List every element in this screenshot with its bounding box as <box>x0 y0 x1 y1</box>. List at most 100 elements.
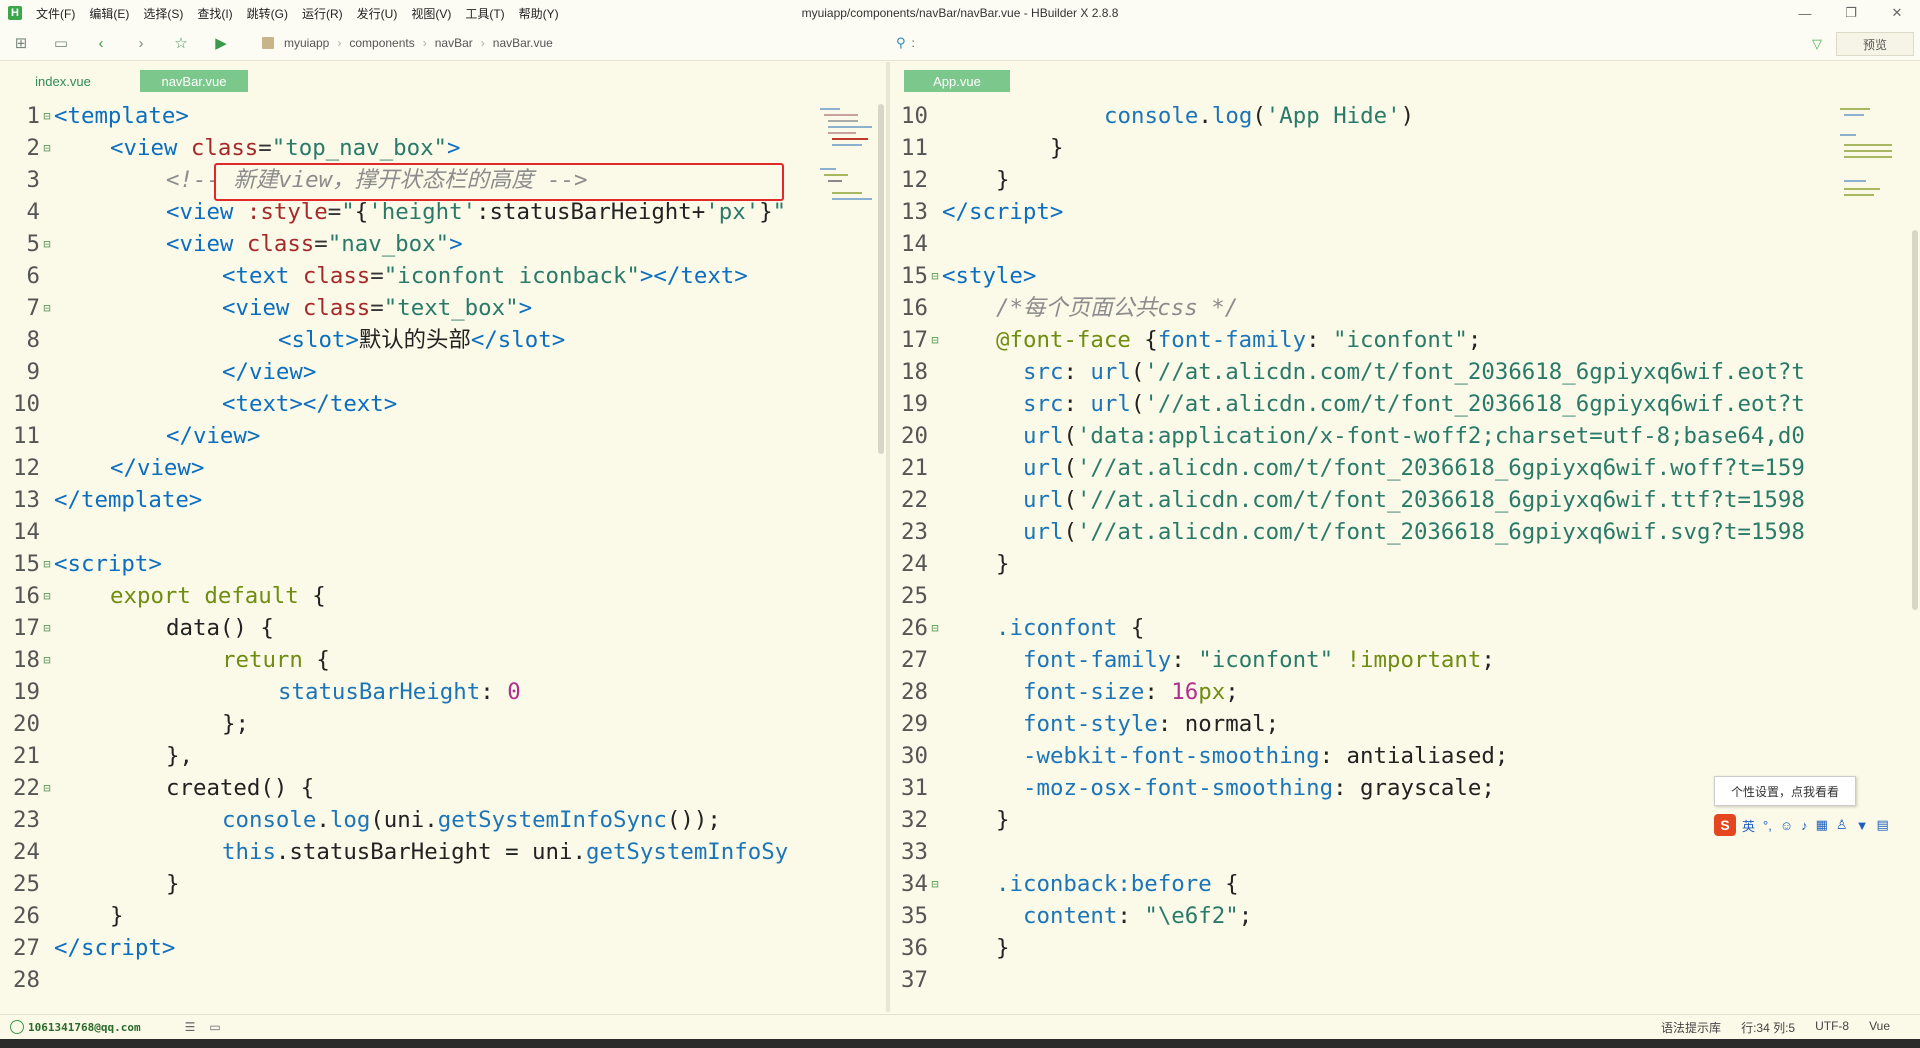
code-text[interactable]: console.log(uni.getSystemInfoSync()); <box>54 807 721 833</box>
fold-toggle-icon[interactable] <box>928 612 942 644</box>
code-text[interactable]: <view class="top_nav_box"> <box>54 135 461 161</box>
code-line[interactable]: 24 this.statusBarHeight = uni.getSystemIn… <box>0 836 788 868</box>
save-icon[interactable]: ▭ <box>48 30 74 56</box>
code-text[interactable]: font-family: "iconfont" !important; <box>942 647 1495 673</box>
menu-item[interactable]: 帮助(Y) <box>519 5 559 22</box>
code-line[interactable]: 34 .iconback:before { <box>890 868 1239 900</box>
fold-toggle-icon[interactable] <box>40 644 54 676</box>
code-line[interactable]: 8 <slot>默认的头部</slot> <box>0 324 566 356</box>
code-line[interactable]: 11} <box>890 132 1063 164</box>
code-line[interactable]: 28 font-size: 16px; <box>890 676 1239 708</box>
code-line[interactable]: 19 statusBarHeight: 0 <box>0 676 521 708</box>
code-text[interactable]: created() { <box>54 775 314 801</box>
forward-icon[interactable]: › <box>128 30 154 56</box>
ime-punctuation-icon[interactable]: °, <box>1763 818 1772 833</box>
find-bar[interactable]: ⚲ : <box>896 30 1796 56</box>
run-icon[interactable]: ▶ <box>208 30 234 56</box>
code-line[interactable]: 13 </template> <box>0 484 202 516</box>
console-icon[interactable]: ▭ <box>209 1020 220 1034</box>
code-text[interactable]: } <box>942 135 1063 161</box>
code-line[interactable]: 29 font-style: normal; <box>890 708 1279 740</box>
code-line[interactable]: 3 <!-- 新建view，撑开状态栏的高度 --> <box>0 164 588 196</box>
code-line[interactable]: 20 url('data:application/x-font-woff2;cha… <box>890 420 1805 452</box>
language-mode[interactable]: Vue <box>1869 1019 1890 1036</box>
code-text[interactable]: console.log('App Hide') <box>942 103 1414 129</box>
code-line[interactable]: 12} <box>890 164 1009 196</box>
fold-toggle-icon[interactable] <box>928 868 942 900</box>
fold-toggle-icon[interactable] <box>40 612 54 644</box>
code-text[interactable]: </view> <box>54 423 260 449</box>
code-text[interactable]: @font-face {font-family: "iconfont"; <box>942 327 1481 353</box>
breadcrumb-item[interactable]: myuiapp <box>284 36 329 50</box>
fold-toggle-icon[interactable] <box>40 772 54 804</box>
code-text[interactable]: </script> <box>54 935 175 961</box>
code-text[interactable]: statusBarHeight: 0 <box>54 679 521 705</box>
code-text[interactable]: return { <box>54 647 330 673</box>
code-line[interactable]: 30 -webkit-font-smoothing: antialiased; <box>890 740 1508 772</box>
tab-app-vue[interactable]: App.vue <box>904 70 1010 92</box>
menu-item[interactable]: 编辑(E) <box>89 5 129 22</box>
code-line[interactable]: 28 <box>0 964 54 996</box>
encoding-label[interactable]: UTF-8 <box>1815 1019 1849 1036</box>
code-line[interactable]: 16 export default { <box>0 580 326 612</box>
code-text[interactable]: font-style: normal; <box>942 711 1279 737</box>
code-text[interactable]: } <box>942 935 1009 961</box>
code-line[interactable]: 11 </view> <box>0 420 260 452</box>
code-line[interactable]: 27 </script> <box>0 932 175 964</box>
code-line[interactable]: 19 src: url('//at.alicdn.com/t/font_20366… <box>890 388 1805 420</box>
fold-toggle-icon[interactable] <box>40 228 54 260</box>
code-line[interactable]: 17 @font-face {font-family: "iconfont"; <box>890 324 1481 356</box>
code-text[interactable]: <!-- 新建view，撑开状态栏的高度 --> <box>54 167 588 193</box>
cursor-position[interactable]: 行:34 列:5 <box>1741 1019 1795 1036</box>
maximize-button[interactable]: ❐ <box>1828 0 1874 26</box>
code-line[interactable]: 22 url('//at.alicdn.com/t/font_2036618_6g… <box>890 484 1805 516</box>
filter-icon[interactable]: ▽ <box>1812 36 1822 52</box>
code-line[interactable]: 24} <box>890 548 1009 580</box>
code-text[interactable]: <slot>默认的头部</slot> <box>54 327 565 353</box>
code-text[interactable]: url('//at.alicdn.com/t/font_2036618_6gpi… <box>942 455 1805 481</box>
code-line[interactable]: 17 data() { <box>0 612 274 644</box>
code-line[interactable]: 6 <text class="iconfont iconback"></text> <box>0 260 748 292</box>
new-file-icon[interactable]: ⊞ <box>8 30 34 56</box>
code-text[interactable]: .iconfont { <box>942 615 1144 641</box>
code-line[interactable]: 12 </view> <box>0 452 204 484</box>
outline-icon[interactable]: ☰ <box>185 1020 196 1034</box>
scrollbar-right[interactable] <box>1912 230 1918 610</box>
code-text[interactable]: </template> <box>54 487 202 513</box>
code-text[interactable]: }, <box>54 743 193 769</box>
code-line[interactable]: 35 content: "\e6f2"; <box>890 900 1252 932</box>
tab-navbar-vue[interactable]: navBar.vue <box>140 70 248 92</box>
syntax-hint-button[interactable]: 语法提示库 <box>1661 1019 1721 1036</box>
ime-emoji-icon[interactable]: ☺ <box>1780 818 1793 833</box>
menu-item[interactable]: 运行(R) <box>302 5 343 22</box>
code-line[interactable]: 36} <box>890 932 1009 964</box>
code-text[interactable]: src: url('//at.alicdn.com/t/font_2036618… <box>942 391 1805 417</box>
breadcrumb-item[interactable]: components <box>349 36 414 50</box>
code-line[interactable]: 27 font-family: "iconfont" !important; <box>890 644 1495 676</box>
fold-toggle-icon[interactable] <box>40 580 54 612</box>
editor-left[interactable]: 1 <template> 2 <view class="top_nav_box"> 3 <… <box>0 100 814 1012</box>
code-line[interactable]: 25 <box>890 580 942 612</box>
code-text[interactable]: this.statusBarHeight = uni.getSystemInfo… <box>54 839 788 865</box>
ime-toolbar[interactable]: S 英 °, ☺ ♪ ▦ ♙ ▼ ▤ <box>1714 812 1920 838</box>
fold-toggle-icon[interactable] <box>40 132 54 164</box>
code-line[interactable]: 26 .iconfont { <box>890 612 1144 644</box>
code-text[interactable]: <view class="nav_box"> <box>54 231 463 257</box>
code-text[interactable]: } <box>942 551 1009 577</box>
code-text[interactable]: -moz-osx-font-smoothing: grayscale; <box>942 775 1495 801</box>
sogou-logo-icon[interactable]: S <box>1714 814 1736 836</box>
code-line[interactable]: 23 console.log(uni.getSystemInfoSync()); <box>0 804 721 836</box>
code-text[interactable]: <template> <box>54 103 189 129</box>
code-line[interactable]: 1 <template> <box>0 100 189 132</box>
code-line[interactable]: 21}, <box>0 740 193 772</box>
code-line[interactable]: 16 /*每个页面公共css */ <box>890 292 1238 324</box>
ime-keyboard-icon[interactable]: ▦ <box>1816 817 1828 833</box>
account-label[interactable]: 1061341768@qq.com <box>28 1021 141 1034</box>
code-text[interactable]: <style> <box>942 263 1036 289</box>
code-text[interactable]: } <box>942 167 1009 193</box>
breadcrumb-item[interactable]: navBar.vue <box>493 36 553 50</box>
code-line[interactable]: 13 </script> <box>890 196 1063 228</box>
code-line[interactable]: 22 created() { <box>0 772 314 804</box>
fold-toggle-icon[interactable] <box>928 324 942 356</box>
ime-skin-icon[interactable]: ▼ <box>1856 818 1869 833</box>
